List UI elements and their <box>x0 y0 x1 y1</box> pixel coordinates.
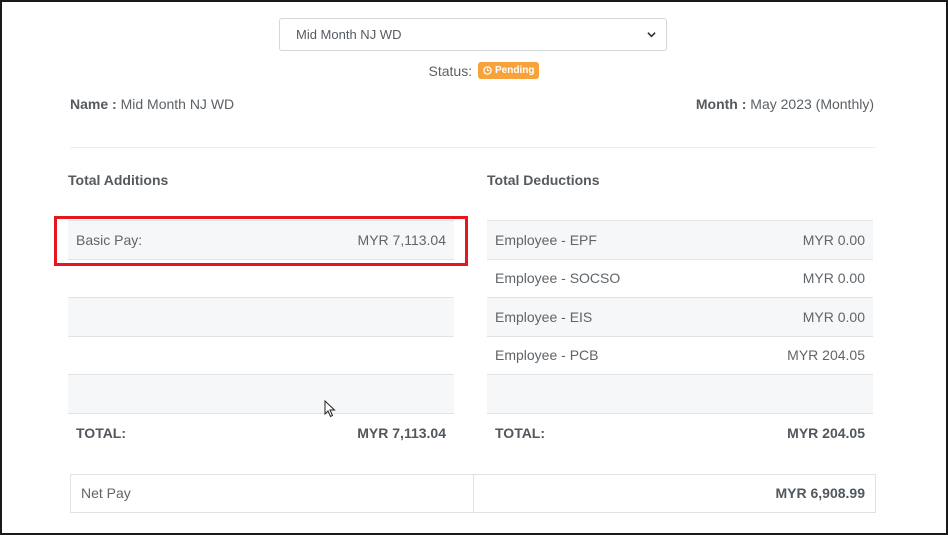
chevron-down-icon <box>647 32 656 38</box>
row-label: Employee - EPF <box>495 231 597 248</box>
total-value: MYR 7,113.04 <box>357 424 446 441</box>
row-value: MYR 0.00 <box>802 308 865 325</box>
total-value: MYR 204.05 <box>787 424 865 441</box>
deductions-row: Employee - EPF MYR 0.00 <box>487 221 873 260</box>
status-badge: Pending <box>478 61 540 79</box>
month-key: Month : <box>695 96 747 112</box>
additions-row <box>68 375 454 414</box>
row-label: Employee - EIS <box>495 308 593 325</box>
name-value: Mid Month NJ WD <box>120 96 235 112</box>
net-pay-value: MYR 6,908.99 <box>775 485 866 501</box>
status-label: Status: <box>428 63 473 80</box>
row-value: MYR 0.00 <box>802 231 865 248</box>
payroll-select-value: Mid Month NJ WD <box>296 27 402 42</box>
payslip-frame: Mid Month NJ WD Status: Pending Name : M… <box>0 0 948 535</box>
month-value: May 2023 (Monthly) <box>750 96 874 112</box>
row-label: Employee - SOCSO <box>495 270 621 287</box>
divider <box>70 147 876 148</box>
net-pay-label: Net Pay <box>71 475 474 512</box>
employee-name: Name : Mid Month NJ WD <box>70 96 234 112</box>
additions-total-row: TOTAL: MYR 7,113.04 <box>68 414 454 453</box>
deductions-row: Employee - EIS MYR 0.00 <box>487 298 873 337</box>
additions-row <box>68 298 454 337</box>
name-key: Name : <box>70 96 117 112</box>
additions-title: Total Additions <box>68 172 169 188</box>
deductions-row: Employee - PCB MYR 204.05 <box>487 337 873 375</box>
total-label: TOTAL: <box>76 424 127 441</box>
net-pay-row: Net Pay MYR 6,908.99 <box>70 474 876 513</box>
deductions-table: Employee - EPF MYR 0.00 Employee - SOCSO… <box>487 220 873 452</box>
status-row: Status: Pending <box>2 61 946 80</box>
deductions-row <box>487 375 873 414</box>
row-value: MYR 204.05 <box>787 347 865 364</box>
payroll-select[interactable]: Mid Month NJ WD <box>279 18 667 51</box>
basic-pay-highlight-box <box>54 216 468 266</box>
row-value: MYR 0.00 <box>802 270 865 287</box>
deductions-total-row: TOTAL: MYR 204.05 <box>487 414 873 453</box>
status-badge-text: Pending <box>495 64 535 76</box>
mouse-pointer-icon <box>324 400 336 418</box>
total-label: TOTAL: <box>495 424 546 441</box>
row-label: Employee - PCB <box>495 347 599 364</box>
deductions-title: Total Deductions <box>487 172 600 188</box>
clock-icon <box>483 66 492 75</box>
pay-month: Month : May 2023 (Monthly) <box>696 96 874 112</box>
deductions-row: Employee - SOCSO MYR 0.00 <box>487 260 873 298</box>
additions-row <box>68 337 454 375</box>
